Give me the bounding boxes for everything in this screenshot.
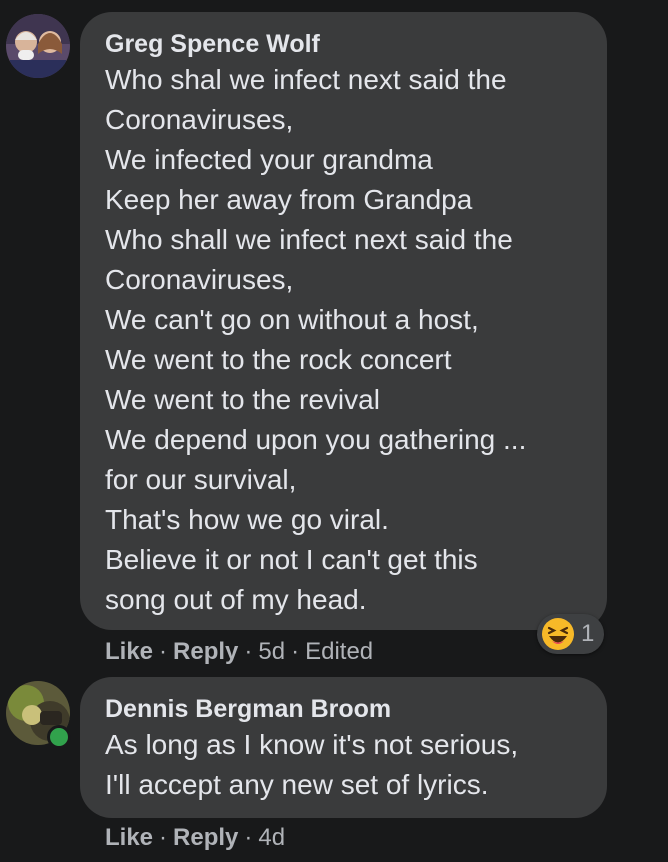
avatar[interactable]	[6, 14, 70, 78]
haha-emoji-icon	[542, 618, 574, 650]
comment-line: for our survival,	[105, 464, 297, 495]
comment-line: That's how we go viral.	[105, 504, 389, 535]
comment-author[interactable]: Dennis Bergman Broom	[105, 693, 581, 725]
comment-line: Who shall we infect next said the	[105, 224, 513, 255]
comment-line: Coronaviruses,	[105, 104, 294, 135]
timestamp[interactable]: 5d	[258, 638, 285, 665]
reply-button[interactable]: Reply	[173, 638, 238, 665]
comment-line: We depend upon you gathering ...	[105, 424, 527, 455]
comment-line: As long as I know it's not serious,	[105, 729, 519, 760]
comment-line: We went to the revival	[105, 384, 380, 415]
separator: ·	[159, 824, 168, 851]
like-button[interactable]: Like	[105, 824, 153, 851]
comment-text: As long as I know it's not serious, I'll…	[105, 725, 581, 805]
separator: ·	[244, 638, 253, 665]
comment-line: Believe it or not I can't get this	[105, 544, 478, 575]
comment-bubble: Greg Spence Wolf Who shal we infect next…	[80, 12, 607, 630]
separator: ·	[291, 638, 300, 665]
reply-button[interactable]: Reply	[173, 824, 238, 851]
online-status-dot	[47, 725, 71, 749]
comment-bubble: Dennis Bergman Broom As long as I know i…	[80, 677, 607, 818]
comment-line: song out of my head.	[105, 584, 367, 615]
comment-line: Coronaviruses,	[105, 264, 294, 295]
edited-label[interactable]: Edited	[305, 638, 373, 665]
reaction-count: 1	[581, 620, 595, 647]
comment-line: We went to the rock concert	[105, 344, 452, 375]
comment-text: Who shal we infect next said the Coronav…	[105, 60, 581, 620]
comment-line: We can't go on without a host,	[105, 304, 479, 335]
separator: ·	[244, 824, 253, 851]
separator: ·	[159, 638, 168, 665]
comment-line: Who shal we infect next said the	[105, 64, 507, 95]
timestamp[interactable]: 4d	[258, 824, 285, 851]
comment-author[interactable]: Greg Spence Wolf	[105, 28, 581, 60]
comment-line: Keep her away from Grandpa	[105, 184, 473, 215]
comment-actions: Like · Reply · 5d · Edited	[105, 638, 373, 666]
reaction-summary[interactable]: 1	[537, 614, 605, 654]
comment-line: I'll accept any new set of lyrics.	[105, 769, 489, 800]
comment-line: We infected your grandma	[105, 144, 433, 175]
like-button[interactable]: Like	[105, 638, 153, 665]
comment-actions: Like · Reply · 4d	[105, 824, 285, 852]
